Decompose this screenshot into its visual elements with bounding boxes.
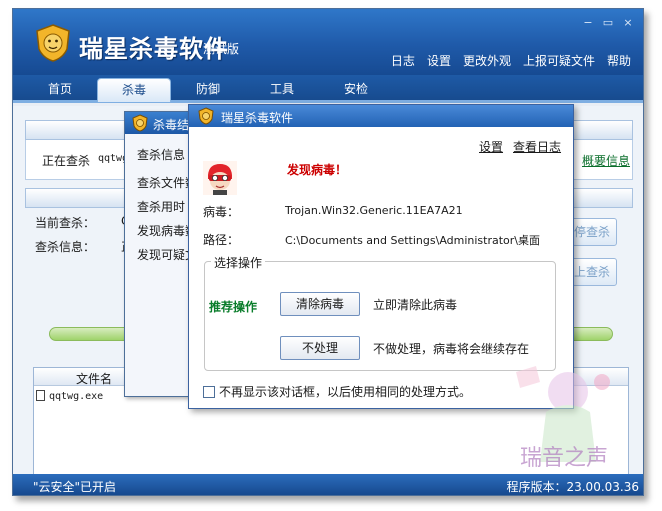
file-icon — [36, 390, 45, 401]
file-name-column[interactable]: 文件名 — [76, 370, 112, 387]
virus-alert-avatar-icon — [203, 161, 237, 195]
menu-help[interactable]: 帮助 — [607, 52, 631, 69]
tab-home[interactable]: 首页 — [23, 78, 97, 102]
scan-result-title: 杀毒结 — [153, 118, 190, 132]
dialog-title-bar: 瑞星杀毒软件 — [189, 105, 573, 127]
scan-info-label: 查杀信息： — [35, 240, 96, 254]
clear-virus-description: 立即清除此病毒 — [373, 298, 458, 312]
tab-defense[interactable]: 防御 — [171, 78, 245, 102]
remember-choice-row[interactable]: 不再显示该对话框，以后使用相同的处理方式。 — [203, 383, 471, 400]
rising-lion-logo-icon — [36, 24, 70, 62]
cloud-security-status: "云安全"已开启 — [33, 480, 117, 494]
maximize-button[interactable]: ▭ — [601, 17, 615, 29]
app-edition: 测试版 — [203, 42, 240, 56]
scanning-label: 正在查杀 — [42, 154, 91, 168]
virus-name: Trojan.Win32.Generic.11EA7A21 — [285, 204, 463, 217]
close-button[interactable]: × — [621, 17, 635, 29]
current-scan-label: 当前查杀： — [35, 216, 96, 230]
overview-link[interactable]: 概要信息 — [582, 152, 630, 169]
infected-path: C:\Documents and Settings\Administrator\… — [285, 234, 541, 247]
virus-label: 病毒： — [203, 205, 240, 219]
minimize-button[interactable]: − — [581, 17, 595, 29]
title-bar: 瑞星杀毒软件 测试版 − ▭ × 日志 设置 更改外观 上报可疑文件 帮助 — [13, 9, 643, 75]
watermark-text: 瑞音之声 — [520, 446, 609, 471]
menu-settings[interactable]: 设置 — [427, 52, 451, 69]
rising-lion-logo-icon — [198, 107, 214, 125]
dialog-settings-link[interactable]: 设置 — [479, 138, 503, 155]
tab-security-check[interactable]: 安检 — [319, 78, 393, 102]
virus-found-heading: 发现病毒！ — [287, 163, 348, 177]
dialog-title: 瑞星杀毒软件 — [221, 111, 294, 125]
remember-choice-checkbox[interactable] — [203, 385, 215, 398]
window-controls: − ▭ × — [581, 17, 635, 29]
tab-tools[interactable]: 工具 — [245, 78, 319, 102]
clear-virus-button[interactable]: 清除病毒 — [280, 292, 360, 316]
nav-bar: 首页 杀毒 防御 工具 安检 — [13, 75, 643, 103]
action-group: 选择操作 推荐操作 清除病毒 立即清除此病毒 不处理 不做处理，病毒将会继续存在 — [204, 254, 556, 371]
result-row-scan-info: 查杀信息 — [137, 148, 186, 162]
remember-choice-label: 不再显示该对话框，以后使用相同的处理方式。 — [219, 385, 472, 399]
view-log-link[interactable]: 查看日志 — [513, 138, 561, 155]
path-label: 路径： — [203, 233, 240, 247]
rising-lion-logo-icon — [132, 114, 148, 132]
recommended-label: 推荐操作 — [209, 300, 258, 314]
file-name: qqtwg.exe — [49, 391, 104, 402]
top-menu: 日志 设置 更改外观 上报可疑文件 帮助 — [391, 52, 631, 69]
program-version: 程序版本：23.00.03.36 — [506, 480, 639, 494]
table-row[interactable]: qqtwg.exe — [36, 390, 103, 402]
menu-log[interactable]: 日志 — [391, 52, 415, 69]
ignore-button[interactable]: 不处理 — [280, 336, 360, 360]
tab-scan[interactable]: 杀毒 — [97, 78, 171, 102]
result-row-scan-time: 查杀用时 — [137, 200, 186, 214]
menu-report-suspicious[interactable]: 上报可疑文件 — [523, 52, 595, 69]
menu-change-skin[interactable]: 更改外观 — [463, 52, 511, 69]
status-bar: "云安全"已开启 程序版本：23.00.03.36 — [13, 474, 643, 495]
action-group-legend: 选择操作 — [211, 254, 266, 271]
